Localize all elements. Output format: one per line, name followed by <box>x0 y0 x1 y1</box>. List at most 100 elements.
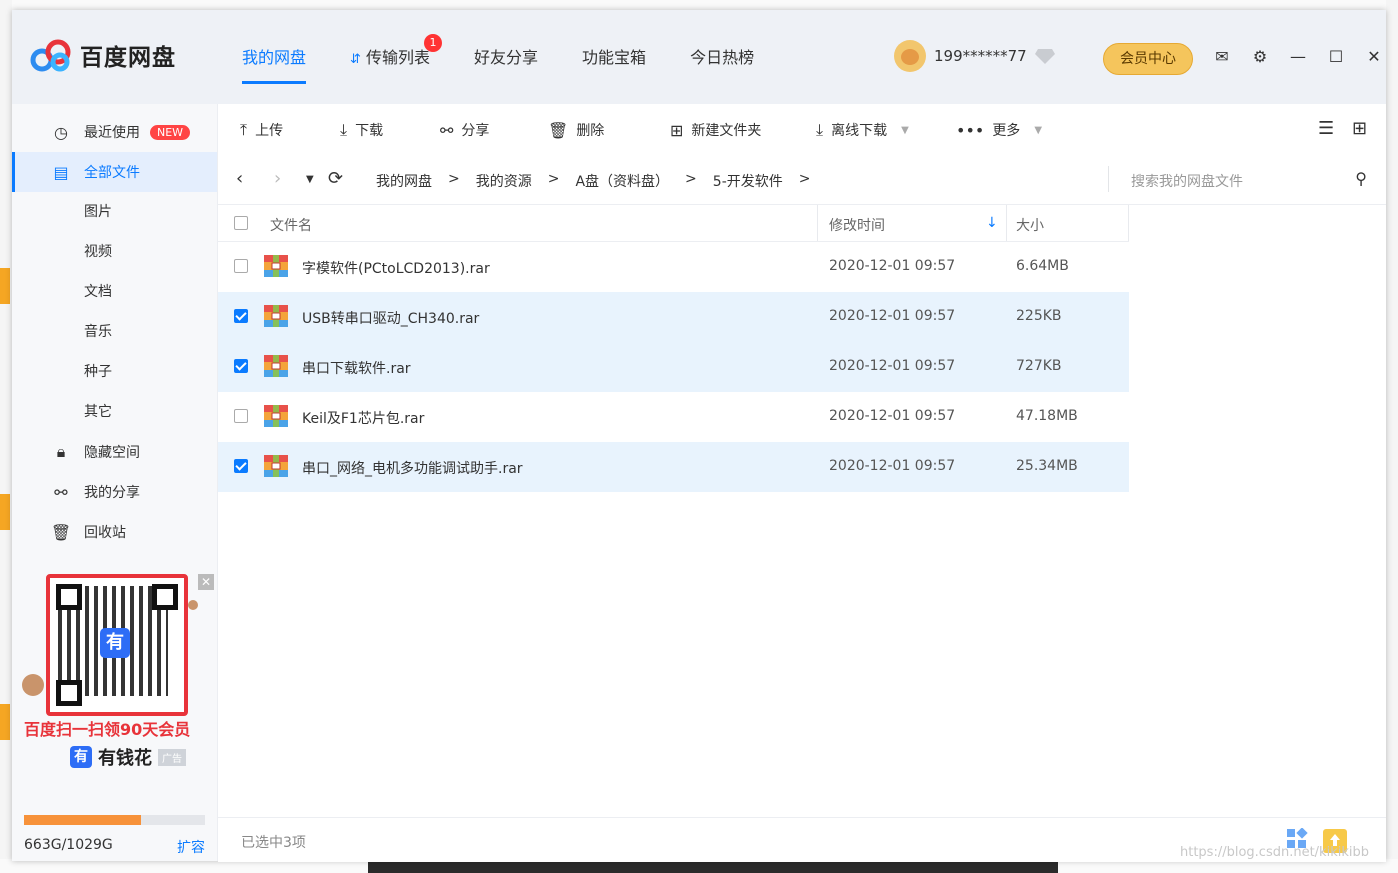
header-size[interactable]: 大小 <box>1016 215 1044 235</box>
delete-button[interactable]: 🗑︎ 删除 <box>548 120 604 140</box>
file-table: 文件名 修改时间 ↓ 大小 字模软件(PCtoLCD2013).rar 2020… <box>218 205 1129 492</box>
ad-banner[interactable]: 有 ✕ 百度扫一扫领90天会员 有 有钱花 广告 <box>22 574 214 774</box>
table-row[interactable]: USB转串口驱动_CH340.rar 2020-12-01 09:57 225K… <box>218 292 1129 342</box>
table-row[interactable]: 字模软件(PCtoLCD2013).rar 2020-12-01 09:57 6… <box>218 242 1129 292</box>
nav-hot-list[interactable]: 今日热榜 <box>690 44 754 84</box>
sort-desc-icon[interactable]: ↓ <box>986 215 998 231</box>
download-icon: ⤓ <box>340 120 348 139</box>
file-size: 25.34MB <box>1016 458 1078 474</box>
background-accent <box>0 268 10 304</box>
caret-down-icon: ▼ <box>1034 124 1043 136</box>
select-all-checkbox[interactable] <box>234 216 248 230</box>
grid-view-icon[interactable]: ⊞ <box>1352 118 1367 139</box>
close-icon[interactable]: ✕ <box>1364 46 1384 66</box>
crumb-dev-software[interactable]: 5-开发软件 <box>713 171 783 191</box>
rar-archive-icon <box>264 255 288 277</box>
table-row[interactable]: 串口下载软件.rar 2020-12-01 09:57 727KB <box>218 342 1129 392</box>
crumb-my-resources[interactable]: 我的资源 <box>476 171 532 191</box>
nav-friend-share[interactable]: 好友分享 <box>474 44 538 84</box>
nav-transfer-list[interactable]: ⇵ 传输列表 1 <box>350 34 443 84</box>
search-input[interactable]: 搜索我的网盘文件 <box>1131 171 1243 191</box>
vip-center-button[interactable]: 会员中心 <box>1103 43 1193 75</box>
title-bar: 百度网盘 我的网盘 ⇵ 传输列表 1 好友分享 功能宝箱 今日热榜 199***… <box>12 10 1386 104</box>
new-folder-button[interactable]: ⊞ 新建文件夹 <box>670 120 761 140</box>
back-icon[interactable]: ‹ <box>236 168 243 189</box>
upload-button[interactable]: ⤒ 上传 <box>240 120 283 140</box>
background-dark-strip <box>368 861 1058 873</box>
qr-code: 有 <box>46 574 188 716</box>
row-checkbox[interactable] <box>234 309 248 323</box>
table-row[interactable]: Keil及F1芯片包.rar 2020-12-01 09:57 47.18MB <box>218 392 1129 442</box>
new-badge: NEW <box>150 124 191 140</box>
share-button[interactable]: ⚯ 分享 <box>440 120 489 140</box>
row-checkbox[interactable] <box>234 359 248 373</box>
file-name[interactable]: Keil及F1芯片包.rar <box>302 408 424 428</box>
table-row[interactable]: 串口_网络_电机多功能调试助手.rar 2020-12-01 09:57 25.… <box>218 442 1129 492</box>
download-icon: ⤓ <box>816 120 824 139</box>
app-name: 百度网盘 <box>80 45 176 71</box>
history-dropdown-icon[interactable]: ▼ <box>306 174 314 185</box>
crumb-my-disk[interactable]: 我的网盘 <box>376 171 432 191</box>
more-icon: ••• <box>956 120 985 140</box>
sidebar-item-recent[interactable]: ◷ 最近使用 NEW <box>12 112 217 152</box>
refresh-icon[interactable]: ⟳ <box>328 168 343 189</box>
app-window: 百度网盘 我的网盘 ⇵ 传输列表 1 好友分享 功能宝箱 今日热榜 199***… <box>12 10 1386 862</box>
search-box[interactable]: 搜索我的网盘文件 ⚲ <box>1108 166 1379 192</box>
settings-icon[interactable]: ⚙ <box>1250 46 1270 66</box>
file-name[interactable]: 字模软件(PCtoLCD2013).rar <box>302 258 490 278</box>
sidebar-item-videos[interactable]: 视频 <box>12 232 217 272</box>
expand-link[interactable]: 扩容 <box>177 837 205 857</box>
mail-icon[interactable]: ✉ <box>1212 46 1232 66</box>
row-checkbox[interactable] <box>234 459 248 473</box>
sidebar-item-docs[interactable]: 文档 <box>12 272 217 312</box>
ad-close-icon[interactable]: ✕ <box>198 574 214 590</box>
sidebar-item-all-files[interactable]: ▤ 全部文件 <box>12 152 217 192</box>
file-modified: 2020-12-01 09:57 <box>829 408 956 424</box>
row-checkbox[interactable] <box>234 259 248 273</box>
crumb-separator: > <box>448 171 460 187</box>
sidebar-item-torrents[interactable]: 种子 <box>12 352 217 392</box>
sidebar-recent-label: 最近使用 <box>84 125 140 141</box>
sidebar-item-recycle[interactable]: 🗑︎ 回收站 <box>12 512 217 552</box>
more-button[interactable]: ••• 更多 ▼ <box>956 120 1042 140</box>
file-name[interactable]: 串口_网络_电机多功能调试助手.rar <box>302 458 523 478</box>
qr-finder <box>56 680 82 706</box>
lock-icon: 🔒︎ <box>56 442 66 461</box>
row-checkbox[interactable] <box>234 409 248 423</box>
sidebar-item-hidden-space[interactable]: 🔒︎ 隐藏空间 <box>12 432 217 472</box>
column-divider[interactable] <box>817 205 818 241</box>
forward-icon[interactable]: › <box>274 168 281 189</box>
storage-quota: 663G/1029G 扩容 <box>24 815 205 857</box>
sidebar-item-my-share[interactable]: ⚯ 我的分享 <box>12 472 217 512</box>
download-button[interactable]: ⤓ 下载 <box>340 120 383 140</box>
sidebar-item-other[interactable]: 其它 <box>12 392 217 432</box>
toolbar: ⤒ 上传 ⤓ 下载 ⚯ 分享 🗑︎ 删除 ⊞ 新建文件夹 ⤓ 离线下载 ▼ ••… <box>218 104 1386 154</box>
address-bar: ‹ › ▼ ⟳ 我的网盘 > 我的资源 > A盘（资料盘） > 5-开发软件 >… <box>218 154 1386 205</box>
avatar[interactable] <box>894 40 926 72</box>
coin-decoration <box>22 674 44 696</box>
more-label: 更多 <box>992 123 1021 139</box>
share-icon: ⚯ <box>440 120 454 140</box>
header-filename[interactable]: 文件名 <box>270 215 312 235</box>
coin-decoration <box>188 600 198 610</box>
crumb-a-disk[interactable]: A盘（资料盘） <box>575 171 669 191</box>
nav-my-disk[interactable]: 我的网盘 <box>242 44 307 84</box>
file-name[interactable]: USB转串口驱动_CH340.rar <box>302 308 479 328</box>
user-info[interactable]: 199******77 <box>894 40 1055 72</box>
clock-icon: ◷ <box>54 122 68 142</box>
nav-toolbox[interactable]: 功能宝箱 <box>582 44 646 84</box>
search-icon[interactable]: ⚲ <box>1355 169 1367 188</box>
file-size: 727KB <box>1016 358 1062 374</box>
header-modified[interactable]: 修改时间 <box>829 215 885 235</box>
sort-icon[interactable]: ☰ <box>1318 118 1334 139</box>
maximize-icon[interactable]: ☐ <box>1326 46 1346 66</box>
offline-download-button[interactable]: ⤓ 离线下载 ▼ <box>816 120 909 140</box>
sidebar-item-images[interactable]: 图片 <box>12 192 217 232</box>
ad-brand: 有 有钱花 广告 <box>70 744 186 770</box>
sidebar-item-music[interactable]: 音乐 <box>12 312 217 352</box>
column-divider[interactable] <box>1128 205 1129 241</box>
file-name[interactable]: 串口下载软件.rar <box>302 358 411 378</box>
column-divider[interactable] <box>1006 205 1007 241</box>
crumb-separator: > <box>798 171 811 187</box>
minimize-icon[interactable]: — <box>1288 46 1308 66</box>
